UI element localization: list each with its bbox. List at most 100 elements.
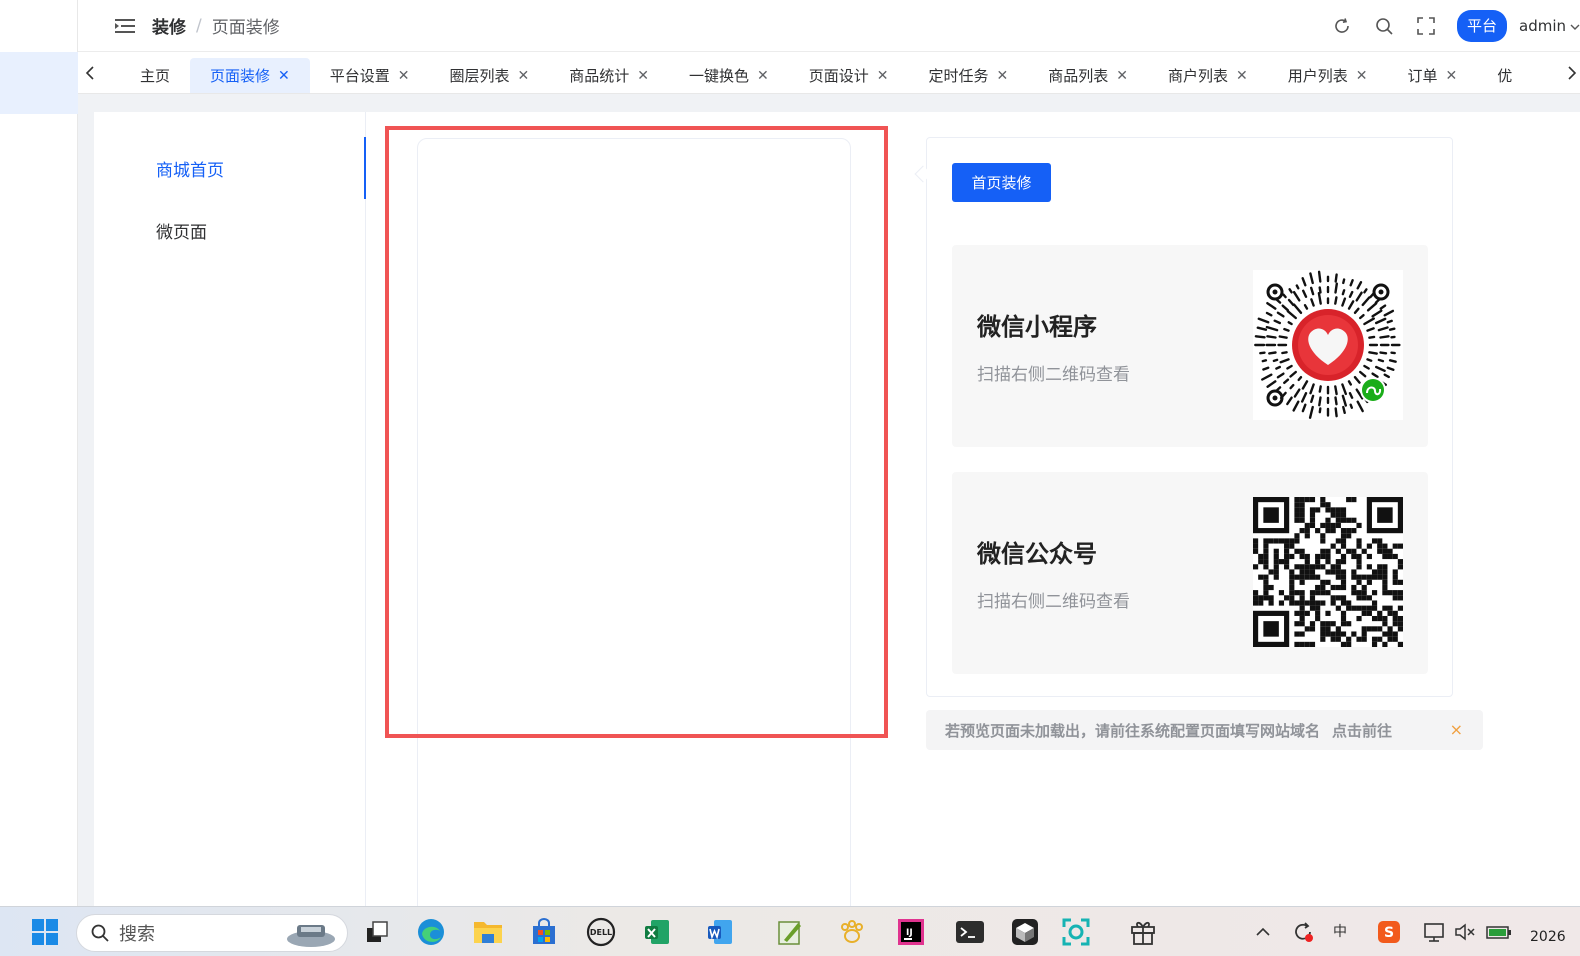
tab-1[interactable]: 页面装修 ✕	[190, 58, 310, 93]
editor-app-icon[interactable]	[775, 917, 805, 947]
task-view-icon[interactable]	[362, 917, 392, 947]
tab-close-icon[interactable]: ✕	[637, 58, 649, 93]
search-highlight-icon	[285, 919, 337, 949]
taskbar-search[interactable]: 搜索	[76, 914, 348, 952]
tab-close-icon[interactable]: ✕	[757, 58, 769, 93]
chevron-down-icon	[1570, 17, 1580, 35]
excel-icon[interactable]	[642, 917, 672, 947]
official-account-subtitle: 扫描右侧二维码查看	[977, 592, 1130, 612]
sogou-ime-icon[interactable]: S	[1374, 917, 1404, 947]
svg-text:DELL: DELL	[590, 928, 612, 937]
tab-close-icon[interactable]: ✕	[1446, 58, 1458, 93]
tab-close-icon[interactable]: ✕	[518, 58, 530, 93]
highlight-box	[385, 126, 888, 738]
store-icon[interactable]	[529, 917, 559, 947]
header: 装修 / 页面装修 平台 admin	[78, 0, 1580, 52]
svg-text:S: S	[1384, 925, 1394, 941]
fullscreen-icon[interactable]	[1405, 6, 1447, 46]
word-icon[interactable]	[705, 917, 735, 947]
nav-item-home-page[interactable]: 商城首页	[156, 156, 224, 181]
official-account-title: 微信公众号	[977, 540, 1097, 568]
tabs-scroll-right-icon[interactable]	[1564, 52, 1580, 93]
tab-9[interactable]: 商户列表 ✕	[1148, 58, 1268, 93]
domain-alert: 若预览页面未加载出，请前往系统配置页面填写网站域名 点击前往 ×	[926, 710, 1483, 750]
tab-3[interactable]: 圈层列表 ✕	[430, 58, 550, 93]
nav-active-indicator	[364, 137, 366, 199]
home-decorate-button[interactable]: 首页装修	[952, 163, 1051, 202]
alert-close-icon[interactable]: ×	[1450, 720, 1463, 739]
remote-app-icon[interactable]	[1061, 917, 1091, 947]
tab-label: 订单	[1407, 67, 1438, 85]
tab-label: 一键换色	[689, 67, 750, 85]
tab-label: 商户列表	[1168, 67, 1229, 85]
dell-icon[interactable]: DELL	[586, 917, 616, 947]
search-icon[interactable]	[1363, 6, 1405, 46]
tab-6[interactable]: 页面设计 ✕	[789, 58, 909, 93]
file-explorer-icon[interactable]	[473, 917, 503, 947]
mini-program-title: 微信小程序	[977, 313, 1097, 341]
tab-4[interactable]: 商品统计 ✕	[549, 58, 669, 93]
tab-close-icon[interactable]: ✕	[877, 58, 889, 93]
tab-label: 用户列表	[1287, 67, 1348, 85]
battery-icon[interactable]	[1484, 917, 1514, 947]
tab-close-icon[interactable]: ✕	[1236, 58, 1248, 93]
alert-link[interactable]: 点击前往	[1332, 720, 1392, 741]
taskbar-clock[interactable]: 2026	[1530, 929, 1580, 945]
svg-text:IJ: IJ	[906, 928, 913, 938]
user-name: admin	[1519, 17, 1566, 35]
speaker-muted-icon[interactable]	[1450, 917, 1480, 947]
tab-close-icon[interactable]: ✕	[997, 58, 1009, 93]
edge-browser-icon[interactable]	[416, 917, 446, 947]
tray-chevron-up-icon[interactable]	[1248, 917, 1278, 947]
platform-button[interactable]: 平台	[1456, 10, 1507, 42]
breadcrumb-root[interactable]: 装修	[152, 13, 186, 38]
refresh-icon[interactable]	[1321, 6, 1363, 46]
taskbar-search-icon	[91, 924, 109, 942]
tab-close-icon[interactable]: ✕	[398, 58, 410, 93]
official-account-card: 微信公众号 扫描右侧二维码查看	[952, 472, 1428, 674]
nav-item-micro-page[interactable]: 微页面	[156, 218, 207, 243]
jetbrains-icon[interactable]: IJ	[896, 917, 926, 947]
main-content: 商城首页 微页面 首页装修 微信小程序 扫描右侧二维码查看 微信公众号 扫描右侧…	[94, 112, 1580, 918]
tab-12[interactable]: 优	[1477, 58, 1532, 93]
mini-program-subtitle: 扫描右侧二维码查看	[977, 365, 1130, 385]
display-tray-icon[interactable]	[1420, 917, 1450, 947]
tab-7[interactable]: 定时任务 ✕	[909, 58, 1029, 93]
tab-label: 优	[1497, 67, 1513, 85]
tab-8[interactable]: 商品列表 ✕	[1028, 58, 1148, 93]
sync-tray-icon[interactable]	[1288, 917, 1318, 947]
taskbar-search-placeholder: 搜索	[119, 924, 155, 945]
official-account-qr-image	[1253, 497, 1403, 647]
sidebar-active-item[interactable]	[0, 52, 78, 114]
preview-panel: 首页装修 微信小程序 扫描右侧二维码查看 微信公众号 扫描右侧二维码查看	[914, 137, 1453, 697]
tab-close-icon[interactable]: ✕	[1116, 58, 1128, 93]
panel-arrow	[914, 165, 932, 183]
ime-indicator[interactable]: 中	[1333, 921, 1347, 941]
tab-0[interactable]: 主页	[120, 58, 190, 93]
tab-label: 页面设计	[808, 67, 869, 85]
breadcrumb-current: 页面装修	[211, 18, 280, 38]
tab-5[interactable]: 一键换色 ✕	[669, 58, 789, 93]
breadcrumb: 装修 / 页面装修	[152, 13, 280, 39]
tab-2[interactable]: 平台设置 ✕	[310, 58, 430, 93]
tabs-scroll-left-icon[interactable]	[78, 52, 102, 93]
tab-list: 主页 页面装修 ✕ 平台设置 ✕ 圈层列表 ✕ 商品统计 ✕ 一键换色 ✕ 页面设计 ✕ 定时任务 ✕ 商品列…	[120, 58, 1532, 93]
tab-10[interactable]: 用户列表 ✕	[1268, 58, 1388, 93]
terminal-icon[interactable]	[955, 917, 985, 947]
tab-label: 商品列表	[1048, 67, 1109, 85]
user-menu[interactable]: admin	[1519, 17, 1580, 35]
mini-program-code-image	[1253, 270, 1403, 420]
tab-label: 圈层列表	[449, 67, 510, 85]
paw-app-icon[interactable]	[837, 917, 867, 947]
windows-start-icon[interactable]	[30, 917, 60, 947]
gift-app-icon[interactable]	[1128, 917, 1158, 947]
os-taskbar: 搜索 DELL IJ 中 S 2026	[0, 906, 1580, 956]
tab-label: 主页	[140, 67, 171, 85]
app-window: 装修 / 页面装修 平台 admin 主页 页面装修 ✕ 平台设置 ✕ 圈层列表…	[0, 0, 1580, 956]
box-app-icon[interactable]	[1010, 917, 1040, 947]
tab-close-icon[interactable]: ✕	[278, 58, 290, 93]
tab-11[interactable]: 订单 ✕	[1388, 58, 1478, 93]
tab-close-icon[interactable]: ✕	[1356, 58, 1368, 93]
tab-label: 平台设置	[329, 67, 390, 85]
menu-toggle-icon[interactable]	[114, 15, 136, 37]
